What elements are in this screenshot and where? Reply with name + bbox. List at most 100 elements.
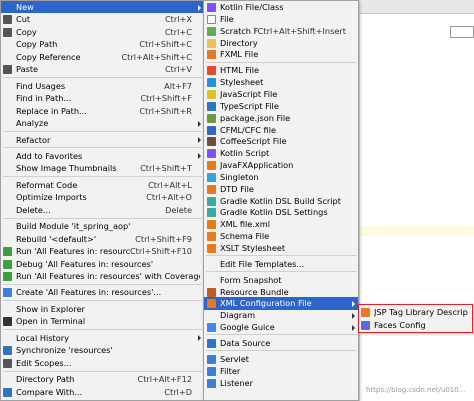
menu-item-show-in-explorer[interactable]: Show in Explorer [1,303,204,315]
kotlin-file-icon [207,3,216,12]
new-item-directory[interactable]: Directory [204,37,358,49]
new-item-filter[interactable]: Filter [204,365,358,377]
new-item-kotlin-file-class[interactable]: Kotlin File/Class [204,1,358,13]
new-item-gradle-kotlin-dsl-settings[interactable]: Gradle Kotlin DSL Settings [204,206,358,218]
menu-item-create-all-features-in-resources[interactable]: Create 'All Features in: resources'... [1,286,204,298]
menu-item-open-in-terminal[interactable]: Open in Terminal [1,315,204,327]
new-item-javascript-file[interactable]: JavaScript File [204,88,358,100]
new-item-fxml-file[interactable]: FXML File [204,48,358,60]
menu-item-label: Show Image Thumbnails [16,163,117,174]
menu-item-find-usages[interactable]: Find Usages Alt+F7 [1,80,204,92]
new-item-label: JavaScript File [220,88,278,99]
menu-item-new[interactable]: New [1,1,204,14]
menu-item-shortcut: Ctrl+D [164,386,192,397]
xslt-icon [207,244,216,253]
new-item-xml-file-xml[interactable]: XML file.xml [204,218,358,230]
editor-highlighted-line [360,226,474,236]
menu-item-label: Show in Explorer [16,303,85,314]
menu-item-shortcut: Ctrl+Alt+L [148,179,192,190]
menu-item-label: Copy Path [16,39,58,50]
menu-item-edit-scopes[interactable]: Edit Scopes... [1,357,204,369]
chevron-right-icon [352,324,355,331]
menu-item-directory-path[interactable]: Directory Path Ctrl+Alt+F12 [1,373,204,385]
menu-item-paste[interactable]: Paste Ctrl+V [1,63,204,75]
menu-item-label: Build Module 'it_spring_aop' [16,221,131,232]
compare-icon [3,387,12,397]
scratch-file-icon [207,26,216,36]
watermark: https://blog.csdn.net/u010... [366,386,466,394]
new-item-servlet[interactable]: Servlet [204,353,358,365]
menu-item-find-in-path[interactable]: Find in Path... Ctrl+Shift+F [1,92,204,104]
menu-item-label: Replace in Path... [16,105,87,116]
new-item-package-json-file[interactable]: package.json File [204,112,358,124]
menu-separator [3,131,202,132]
kotlin-script-icon [207,149,216,159]
new-item-gradle-kotlin-dsl-build-script[interactable]: Gradle Kotlin DSL Build Script [204,195,358,207]
new-item-schema-file[interactable]: Schema File [204,230,358,242]
new-item-javafxapplication[interactable]: JavaFXApplication [204,159,358,171]
new-item-stylesheet[interactable]: Stylesheet [204,76,358,88]
new-item-xml-configuration-file[interactable]: XML Configuration File [204,297,358,310]
new-item-kotlin-script[interactable]: Kotlin Script [204,147,358,159]
new-item-diagram[interactable]: Diagram [204,309,358,321]
new-item-coffeescript-file[interactable]: CoffeeScript File [204,135,358,147]
menu-item-local-history[interactable]: Local History [1,332,204,344]
new-item-label: TypeScript File [220,100,279,111]
menu-item-replace-in-path[interactable]: Replace in Path... Ctrl+Shift+R [1,105,204,117]
menu-item-compare-with[interactable]: Compare With... Ctrl+D [1,386,204,398]
new-item-data-source[interactable]: Data Source [204,337,358,349]
xml-configuration-submenu: JSP Tag Library Descriptor Faces Config [358,304,473,333]
menu-item-run-all-features-in-resources-with-coverage[interactable]: Run 'All Features in: resources' with Co… [1,270,204,282]
new-item-resource-bundle[interactable]: Resource Bundle [204,286,358,298]
new-separator [206,255,356,257]
menu-item-refactor[interactable]: Refactor [1,134,204,146]
new-item-google-guice[interactable]: Google Guice [204,321,358,333]
menu-item-reformat-code[interactable]: Reformat Code Ctrl+Alt+L [1,179,204,191]
menu-item-synchronize-resources[interactable]: Synchronize 'resources' [1,344,204,356]
menu-item-rebuild-default[interactable]: Rebuild '<default>' Ctrl+Shift+F9 [1,233,204,245]
new-item-cfml-cfc-file[interactable]: CFML/CFC file [204,124,358,136]
menu-item-copy[interactable]: Copy Ctrl+C [1,26,204,38]
menu-item-cut[interactable]: Cut Ctrl+X [1,13,204,25]
menu-separator [3,300,202,302]
new-item-html-file[interactable]: HTML File [204,64,358,76]
new-item-singleton[interactable]: Singleton [204,171,358,183]
new-item-typescript-file[interactable]: TypeScript File [204,100,358,112]
menu-item-run-all-features-in-resources[interactable]: Run 'All Features in: resources' Ctrl+Shi… [1,245,204,257]
menu-item-analyze[interactable]: Analyze [1,117,204,129]
menu-item-build-module-it-spring-aop[interactable]: Build Module 'it_spring_aop' [1,220,204,232]
menu-item-label: Analyze [16,118,49,129]
xml-item-jsp-tag-library-descriptor[interactable]: JSP Tag Library Descriptor [359,306,472,318]
new-item-form-snapshot[interactable]: Form Snapshot [204,274,358,286]
menu-separator [3,283,202,285]
javascript-file-icon [207,89,216,99]
new-item-label: XSLT Stylesheet [220,243,286,253]
new-item-label: Kotlin Script [220,148,270,159]
menu-item-label: Compare With... [16,386,83,397]
new-item-label: XML Configuration File [220,298,312,309]
new-item-file[interactable]: File [204,13,358,25]
new-item-label: Data Source [220,337,271,348]
coffeescript-file-icon [207,137,216,147]
menu-item-add-to-favorites[interactable]: Add to Favorites [1,150,204,162]
new-item-scratch-file[interactable]: Scratch FileCtrl+Alt+Shift+Insert [204,25,358,37]
menu-item-label: Create 'All Features in: resources'... [16,287,162,298]
new-item-label: Gradle Kotlin DSL Build Script [220,195,341,206]
sync-icon [3,346,12,356]
menu-item-debug-all-features-in-resources[interactable]: Debug 'All Features in: resources' [1,258,204,270]
new-item-edit-file-templates[interactable]: Edit File Templates... [204,258,358,270]
chevron-right-icon [198,335,201,342]
menu-item-show-image-thumbnails[interactable]: Show Image Thumbnails Ctrl+Shift+T [1,162,204,174]
new-item-xslt-stylesheet[interactable]: XSLT Stylesheet [204,242,358,254]
menu-item-optimize-imports[interactable]: Optimize Imports Ctrl+Alt+O [1,191,204,203]
menu-item-copy-reference[interactable]: Copy Reference Ctrl+Alt+Shift+C [1,51,204,63]
menu-item-copy-path[interactable]: Copy Path Ctrl+Shift+C [1,38,204,50]
new-item-dtd-file[interactable]: DTD File [204,183,358,195]
new-item-label: Filter [220,365,241,376]
menu-separator [3,77,202,79]
run-icon [3,247,12,257]
new-item-listener[interactable]: Listener [204,377,358,389]
menu-item-delete[interactable]: Delete... Delete [1,204,204,216]
menu-item-shortcut: Ctrl+Alt+O [146,192,192,203]
xml-item-faces-config[interactable]: Faces Config [359,319,472,331]
